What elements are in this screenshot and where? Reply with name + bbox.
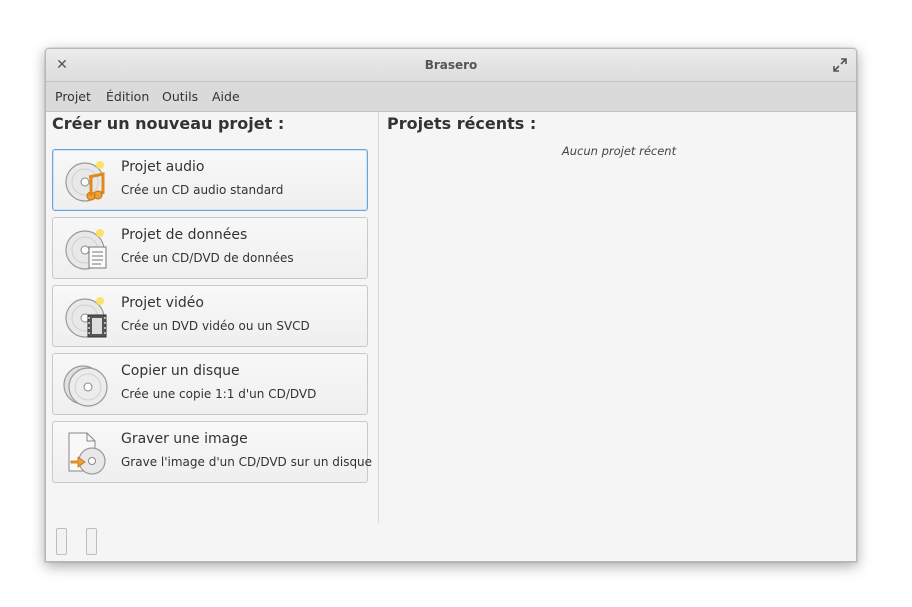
project-title: Copier un disque [121, 363, 240, 379]
project-title: Graver une image [121, 431, 248, 447]
video-disc-icon [65, 297, 107, 338]
project-subtitle: Crée un CD/DVD de données [121, 251, 294, 265]
menu-outils[interactable]: Outils [162, 82, 198, 111]
menu-projet[interactable]: Projet [55, 82, 91, 111]
window-title: Brasero [424, 58, 478, 72]
project-title: Projet de données [121, 227, 248, 243]
video-project-button[interactable]: Projet vidéo Crée un DVD vidéo ou un SVC… [52, 285, 368, 347]
audio-project-button[interactable]: Projet audio Crée un CD audio standard [52, 149, 368, 211]
burn-image-button[interactable]: Graver une image Grave l'image d'un CD/D… [52, 421, 372, 483]
copy-disc-button[interactable]: Copier un disque Crée une copie 1:1 d'un… [52, 353, 368, 415]
audio-disc-icon [65, 161, 105, 202]
data-project-button[interactable]: Projet de données Crée un CD/DVD de donn… [52, 217, 368, 279]
status-indicator [86, 528, 97, 555]
menu-aide[interactable]: Aide [212, 82, 240, 111]
no-recent-projects-message: Aucun projet récent [561, 144, 677, 158]
brasero-window: ✕ Brasero Projet Édition Outils Aide Cré… [45, 48, 857, 562]
menu-edition[interactable]: Édition [106, 82, 149, 111]
data-disc-icon [65, 229, 107, 270]
project-subtitle: Crée une copie 1:1 d'un CD/DVD [121, 387, 317, 401]
project-subtitle: Crée un DVD vidéo ou un SVCD [121, 319, 310, 333]
new-project-heading: Créer un nouveau projet : [52, 114, 285, 133]
project-title: Projet audio [121, 159, 205, 175]
project-subtitle: Grave l'image d'un CD/DVD sur un disque [121, 455, 373, 469]
title-bar[interactable]: ✕ Brasero [46, 49, 856, 82]
maximize-icon[interactable] [832, 57, 848, 73]
project-subtitle: Crée un CD audio standard [121, 183, 284, 197]
menu-bar: Projet Édition Outils Aide [46, 82, 856, 112]
pane-divider[interactable] [378, 112, 379, 523]
recent-projects-heading: Projets récents : [387, 114, 537, 133]
copy-disc-icon [63, 365, 108, 407]
burn-image-icon [68, 432, 106, 475]
status-indicator [56, 528, 67, 555]
project-title: Projet vidéo [121, 295, 204, 311]
